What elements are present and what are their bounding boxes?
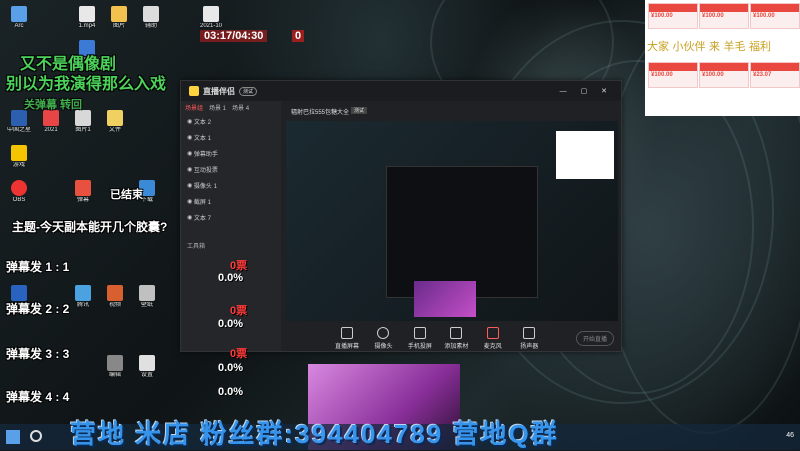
coupon-card[interactable]: ¥100.00 (699, 62, 749, 88)
title-bar: 直播伴侣 测试 — ▢ ✕ (181, 81, 621, 101)
coupon-card[interactable]: ¥23.07 (750, 62, 800, 88)
percent-2: 0.0% (218, 318, 244, 330)
lyric-line-2: 别以为我演得那么入戏 (6, 76, 167, 93)
desktop-icon[interactable]: 编辑 (100, 355, 130, 379)
taskbar-clock: 46 (786, 432, 794, 439)
desktop-icon[interactable]: Arc (4, 6, 34, 30)
desktop-icon[interactable]: 1.mp4 (72, 6, 102, 30)
scene-item[interactable]: ◉ 摄像头 1 (181, 177, 281, 193)
room-tag[interactable]: 测试 (351, 107, 368, 114)
desktop-icon[interactable]: 文件 (100, 110, 130, 134)
poll-option-1: 弹幕发 1 : 1 (6, 260, 70, 274)
poll-option-4: 弹幕发 4 : 4 (6, 390, 70, 404)
scene-item[interactable]: ◉ 互动投票 (181, 161, 281, 177)
screen-capture-button[interactable]: 直播屏幕 (331, 327, 363, 350)
desktop-icon[interactable]: 设置 (132, 355, 162, 379)
votes-3: 0票 (230, 348, 248, 360)
desktop-icon[interactable]: 视频 (100, 285, 130, 309)
percent-1: 0.0% (218, 272, 244, 284)
votes-2: 0票 (230, 305, 248, 317)
percent-4: 0.0% (218, 386, 244, 398)
desktop-icon[interactable]: 图片 (104, 6, 134, 30)
window-controls[interactable]: — ▢ ✕ (560, 87, 613, 95)
coupon-card[interactable]: ¥100.00 (648, 62, 698, 88)
add-source-button[interactable]: 添加素材 (440, 327, 472, 350)
preview-video-thumb (414, 281, 476, 317)
handwriting-note: 大家 小伙伴 来 羊毛 福利 (647, 40, 771, 53)
desktop-icon[interactable]: 壁纸 (132, 285, 162, 309)
toolbox-label: 工具箱 (187, 244, 206, 250)
coupon-card[interactable]: ¥100.00 (750, 3, 800, 29)
scene-item[interactable]: ◉ 文本 2 (181, 113, 281, 129)
coupon-card[interactable]: ¥100.00 (699, 3, 749, 29)
start-icon[interactable] (6, 430, 20, 444)
app-badge: 测试 (239, 86, 258, 96)
desktop-icon[interactable]: 图片1 (68, 110, 98, 134)
preview-coupon-thumb (556, 131, 614, 179)
desktop-icon[interactable]: 腾讯 (68, 285, 98, 309)
desktop-icon[interactable]: 2021-10 (196, 6, 226, 30)
votes-1: 0票 (230, 260, 248, 272)
tab-scene-4[interactable]: 场景 4 (232, 103, 249, 112)
bottom-toolbar: 直播屏幕 摄像头 手机投屏 添加素材 麦克风 扬声器 (331, 327, 545, 353)
desktop-icon[interactable]: 辅助 (136, 6, 166, 30)
scene-tabs: 场景组 场景 1 场景 4 (181, 101, 281, 113)
phone-cast-button[interactable]: 手机投屏 (404, 327, 436, 350)
room-title: 辐射巴拉555包糖大全 (291, 110, 350, 116)
scene-item[interactable]: ◉ 文本 1 (181, 129, 281, 145)
coupon-panel: ¥100.00 ¥100.00 ¥100.00 ¥100.00 ¥100.00 … (645, 0, 800, 116)
speaker-button[interactable]: 扬声器 (513, 327, 545, 350)
app-logo-icon (189, 86, 199, 96)
timer-zero: 0 (292, 30, 305, 42)
scene-item[interactable]: ◉ 文本 7 (181, 209, 281, 225)
search-icon[interactable] (30, 430, 42, 442)
scrolling-banner: 营地 米店 粉丝群:394404789 营地Q群 (70, 419, 559, 449)
desktop-icon[interactable]: 弹幕 (68, 180, 98, 204)
desktop-icon[interactable]: 中国之星 (4, 110, 34, 134)
desktop-icon[interactable]: OBS (4, 180, 34, 204)
camera-button[interactable]: 摄像头 (367, 327, 399, 350)
poll-option-2: 弹幕发 2 : 2 (6, 302, 70, 316)
scene-item[interactable]: ◉ 截屏 1 (181, 193, 281, 209)
poll-status: 已结束 (110, 189, 143, 201)
poll-topic: 主题-今天副本能开几个胶囊? (12, 220, 168, 234)
tab-scene-group[interactable]: 场景组 (185, 103, 203, 112)
preview-stage[interactable] (286, 121, 618, 321)
poll-option-3: 弹幕发 3 : 3 (6, 347, 70, 361)
percent-3: 0.0% (218, 362, 244, 374)
desktop-icon[interactable]: 2021 (36, 110, 66, 134)
start-live-button[interactable]: 开始直播 (576, 331, 615, 346)
lyric-line-3: 关弹幕 转回 (24, 99, 83, 111)
timer-display: 03:17/04:30 (200, 30, 268, 42)
nested-preview (386, 166, 538, 298)
desktop-icon[interactable]: 游戏 (4, 145, 34, 169)
mic-button[interactable]: 麦克风 (477, 327, 509, 350)
coupon-card[interactable]: ¥100.00 (648, 3, 698, 29)
app-title: 直播伴侣 (203, 86, 235, 96)
scene-item[interactable]: ◉ 弹幕助手 (181, 145, 281, 161)
tab-scene-1[interactable]: 场景 1 (209, 103, 226, 112)
